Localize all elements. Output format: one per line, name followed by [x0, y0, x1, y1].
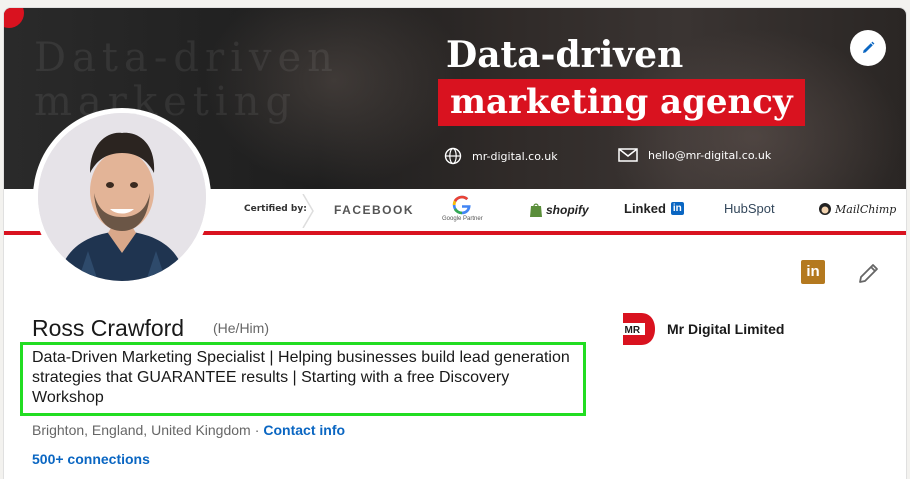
- separator-dot: ·: [254, 422, 260, 438]
- banner-headline-2: marketing agency: [438, 79, 805, 126]
- shopify-bag-icon: [530, 203, 542, 217]
- shopify-certification: shopify: [529, 202, 589, 218]
- linkedin-in-badge: in: [670, 202, 684, 215]
- company-logo-text: MR: [625, 325, 641, 336]
- profile-pronouns: (He/Him): [213, 320, 269, 336]
- mailchimp-text: MailChimp: [835, 202, 897, 216]
- banner-background-text: Data-driven marketing: [34, 35, 339, 125]
- google-partner-text: Google Partner: [442, 216, 483, 222]
- company-logo: MR: [621, 311, 657, 347]
- linkedin-icon[interactable]: in: [801, 260, 825, 284]
- website-text: mr-digital.co.uk: [472, 149, 558, 163]
- avatar[interactable]: [33, 108, 211, 286]
- profile-card: Data-driven marketing Data-driven market…: [3, 7, 907, 479]
- red-corner-decoration: [4, 8, 24, 28]
- edit-banner-button[interactable]: [850, 30, 886, 66]
- google-partner-certification: Google Partner: [442, 194, 483, 222]
- profile-location-row: Brighton, England, United Kingdom · Contac…: [32, 422, 345, 438]
- certified-by-label: Certified by:: [244, 204, 307, 214]
- pencil-icon[interactable]: [856, 260, 882, 286]
- globe-icon: [444, 147, 462, 165]
- current-company[interactable]: MR Mr Digital Limited: [621, 311, 784, 347]
- google-g-icon: [453, 195, 471, 215]
- email-text: hello@mr-digital.co.uk: [648, 148, 772, 162]
- banner-website: mr-digital.co.uk: [444, 147, 558, 165]
- hubspot-certification: HubSpot: [724, 201, 775, 216]
- contact-info-link[interactable]: Contact info: [263, 422, 345, 438]
- linkedin-text: Linked: [624, 201, 666, 216]
- chevron-right-icon: [302, 194, 314, 228]
- profile-photo: [38, 113, 206, 281]
- mailchimp-monkey-icon: [819, 203, 831, 215]
- facebook-certification: FACEBOOK: [334, 203, 415, 217]
- profile-name: Ross Crawford: [32, 315, 185, 341]
- company-name: Mr Digital Limited: [667, 321, 785, 337]
- profile-headline: Data-Driven Marketing Specialist | Helpi…: [20, 342, 586, 416]
- mailchimp-certification: MailChimp: [818, 202, 896, 216]
- pencil-icon: [863, 41, 875, 53]
- profile-location: Brighton, England, United Kingdom: [32, 422, 251, 438]
- banner-email: hello@mr-digital.co.uk: [618, 147, 771, 163]
- linkedin-certification: Linked in: [624, 201, 684, 216]
- banner-headline-1: Data-driven: [446, 34, 684, 76]
- connections-link[interactable]: 500+ connections: [32, 451, 150, 467]
- shopify-text: shopify: [546, 203, 589, 217]
- mail-icon: [618, 148, 638, 162]
